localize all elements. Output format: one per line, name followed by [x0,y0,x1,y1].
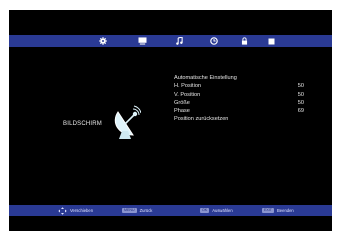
menu-item-h-position[interactable]: H. Position 50 [174,82,314,90]
hint-move-label: Verschieben [70,208,94,213]
menu-item-v-position[interactable]: V. Position 50 [174,91,314,99]
monitor-icon [138,37,146,45]
gear-icon [99,37,107,45]
tab-settings[interactable] [95,35,111,47]
hint-select-label: Auswählen [212,208,233,213]
menu-item-label: Position zurücksetzen [174,116,229,123]
menu-item-value: 69 [297,108,304,115]
menu-item-phase[interactable]: Phase 69 [174,107,314,115]
menu-item-value: 50 [297,83,304,90]
menu-tab-bar [9,35,332,47]
menu-item-size[interactable]: Größe 50 [174,99,314,107]
menu-item-label: Phase [174,108,190,115]
menu-item-auto-adjust[interactable]: Automatische Einstellung [174,74,314,82]
tab-other[interactable] [263,35,279,47]
satellite-dish-icon [114,105,141,139]
exit-key: EXIT [262,208,274,213]
screen-settings-menu: Automatische Einstellung H. Position 50 … [174,74,314,124]
tab-screen[interactable] [134,35,150,47]
osd-screen: BILDSCHIRM Automatische Einstellung H. P… [9,10,332,231]
clock-icon [210,37,218,45]
music-note-icon [175,37,183,45]
tab-lock[interactable] [236,35,252,47]
menu-key: MENU [122,208,137,213]
ok-key: OK [200,208,210,213]
lock-icon [241,37,247,45]
hint-move: Verschieben [58,205,93,216]
menu-item-label: Größe [174,99,190,106]
hint-exit: EXIT Beenden [262,205,294,216]
hint-back: MENU Zurück [122,205,152,216]
arrows-icon [58,206,67,215]
menu-item-value: 50 [297,99,304,106]
section-title: BILDSCHIRM [63,121,103,127]
menu-item-label: V. Position [174,91,201,98]
hint-bar: Verschieben MENU Zurück OK Auswählen EXI… [9,205,332,216]
tab-time[interactable] [206,35,222,47]
hint-select: OK Auswählen [200,205,233,216]
menu-item-label: Automatische Einstellung [174,75,237,81]
menu-item-label: H. Position [174,83,202,90]
hint-back-label: Zurück [139,208,153,213]
menu-item-reset-position[interactable]: Position zurücksetzen [174,115,314,123]
tab-audio[interactable] [171,35,187,47]
menu-item-value: 50 [297,91,304,98]
hint-exit-label: Beenden [277,208,294,213]
square-icon [268,38,274,44]
